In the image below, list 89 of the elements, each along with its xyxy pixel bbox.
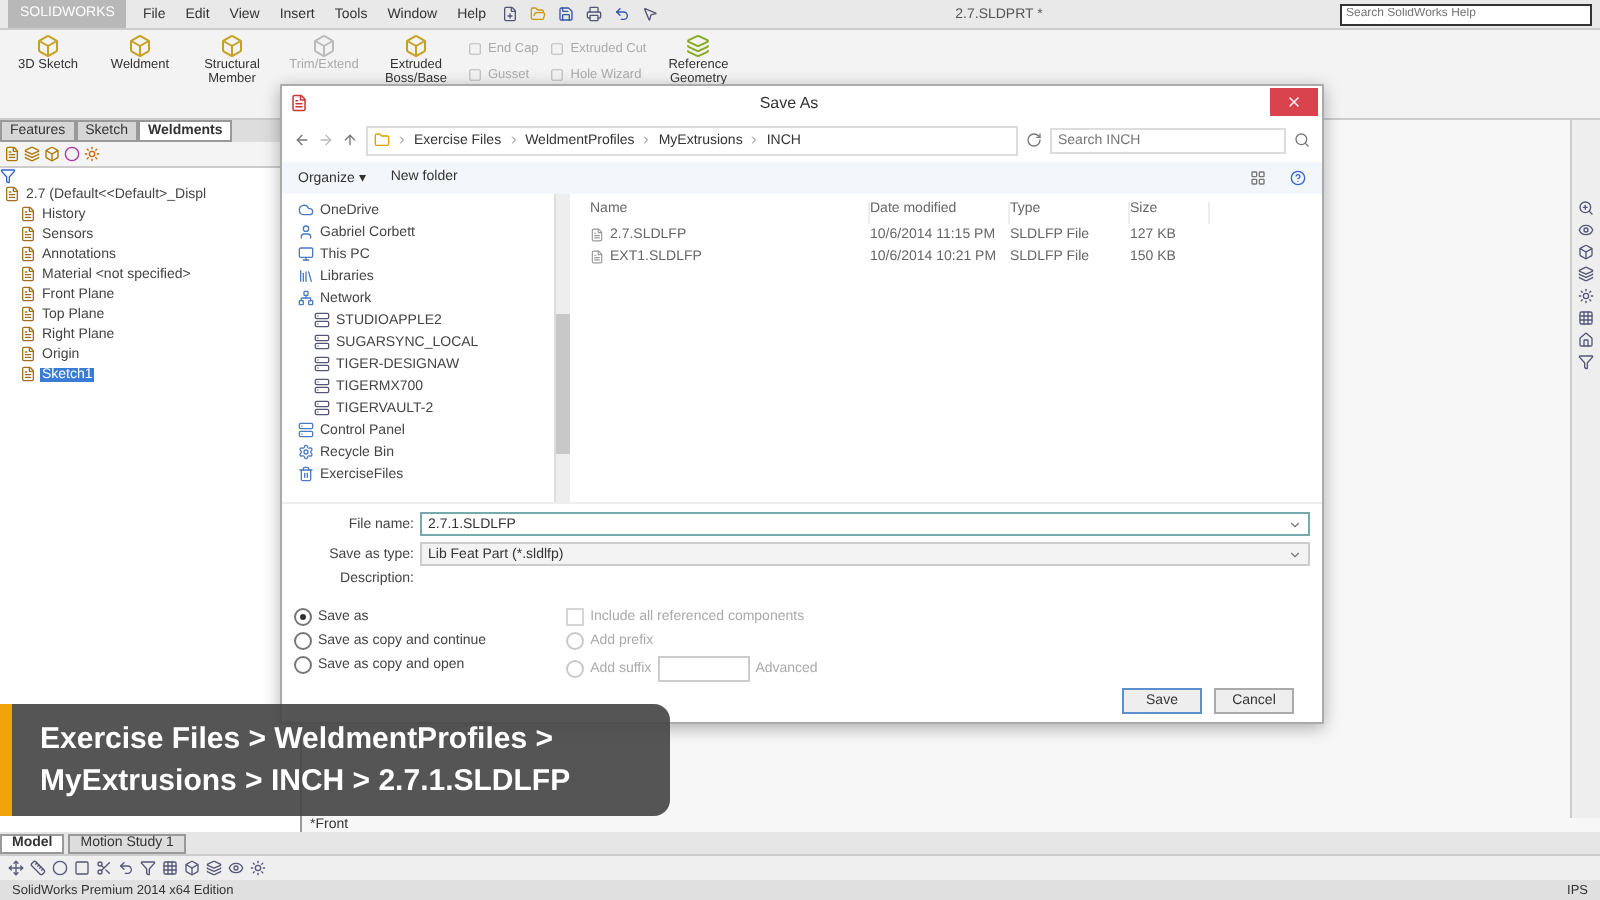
folder-icon <box>374 132 390 149</box>
feature-icon[interactable] <box>20 366 36 382</box>
server-icon[interactable] <box>314 312 330 329</box>
close-button[interactable] <box>1270 88 1318 117</box>
chevron-icon <box>640 134 653 147</box>
feature-icon[interactable] <box>20 286 36 302</box>
grid-icon[interactable] <box>162 860 178 876</box>
square-icon <box>550 68 565 82</box>
scissors-icon[interactable] <box>96 860 112 876</box>
radio-button[interactable] <box>294 656 312 674</box>
layers-icon <box>686 34 711 58</box>
printer-icon[interactable] <box>586 6 603 22</box>
gear-icon <box>298 444 314 461</box>
server-icon <box>298 422 314 439</box>
dialog-title: Save As <box>757 93 821 112</box>
chevron-icon <box>748 134 761 147</box>
user-icon <box>298 224 314 241</box>
filter-icon[interactable] <box>0 168 16 184</box>
feature-tree-icon[interactable] <box>4 146 20 162</box>
square-icon[interactable] <box>74 860 90 876</box>
undo-icon[interactable] <box>614 6 631 22</box>
server-icon[interactable] <box>314 356 330 373</box>
server-icon[interactable] <box>314 334 330 351</box>
close-icon <box>1286 94 1302 111</box>
feature-icon[interactable] <box>4 186 20 202</box>
library-icon <box>298 268 314 285</box>
cube-icon <box>404 34 428 58</box>
square-icon <box>468 42 482 56</box>
eye-icon[interactable] <box>228 860 244 876</box>
square-icon <box>468 68 482 82</box>
layers-icon[interactable] <box>1578 266 1594 282</box>
cube-icon <box>220 34 244 58</box>
filter-icon[interactable] <box>1578 354 1594 370</box>
cube-icon[interactable] <box>184 860 200 876</box>
monitor-icon <box>298 246 314 263</box>
zoom-icon[interactable] <box>1578 200 1594 216</box>
feature-icon[interactable] <box>20 206 36 222</box>
cube-icon[interactable] <box>1578 244 1594 260</box>
square-icon <box>550 42 565 56</box>
feature-icon[interactable] <box>20 346 36 362</box>
new-file-icon[interactable] <box>502 6 519 22</box>
save-icon[interactable] <box>558 6 575 22</box>
cube-icon <box>128 34 152 58</box>
feature-icon[interactable] <box>20 226 36 242</box>
circle-icon[interactable] <box>52 860 68 876</box>
pointer-icon[interactable] <box>642 6 659 22</box>
undo-icon[interactable] <box>118 860 134 876</box>
circle-icon[interactable] <box>64 146 80 162</box>
chevron-down-icon <box>1288 547 1302 561</box>
search-icon[interactable] <box>1294 132 1310 149</box>
server-icon[interactable] <box>314 400 330 417</box>
file-icon <box>590 228 604 243</box>
chevron-icon <box>396 134 408 147</box>
trash-icon <box>298 466 314 483</box>
app-icon <box>290 93 308 112</box>
feature-icon[interactable] <box>20 326 36 342</box>
feature-icon[interactable] <box>20 246 36 262</box>
sun-icon[interactable] <box>1578 288 1594 304</box>
radio-button[interactable] <box>294 632 312 650</box>
back-icon[interactable] <box>294 132 310 149</box>
cube-icon <box>312 34 336 58</box>
server-icon[interactable] <box>314 378 330 395</box>
ruler-icon[interactable] <box>30 860 46 876</box>
affix-field[interactable] <box>657 656 750 682</box>
radio-button[interactable] <box>294 608 312 626</box>
up-icon[interactable] <box>342 132 358 149</box>
layers-icon[interactable] <box>206 860 222 876</box>
refresh-icon[interactable] <box>1026 132 1042 149</box>
cube-icon <box>36 34 60 58</box>
move-icon[interactable] <box>8 860 24 876</box>
eye-icon[interactable] <box>1578 222 1594 238</box>
layers-icon[interactable] <box>24 146 40 162</box>
file-icon <box>590 250 604 265</box>
sun-icon[interactable] <box>84 146 100 162</box>
sun-icon[interactable] <box>250 860 266 876</box>
cloud-icon <box>298 202 314 219</box>
help-icon[interactable] <box>1290 169 1306 186</box>
chevron-icon <box>507 134 520 147</box>
feature-icon[interactable] <box>20 306 36 322</box>
caption-text: MyExtrusions > INCH > 2.7.1.SLDLFP <box>40 764 573 798</box>
feature-icon[interactable] <box>20 266 36 282</box>
network-icon <box>298 290 314 307</box>
filter-icon[interactable] <box>140 860 156 876</box>
caption-text: Exercise Files > WeldmentProfiles > <box>40 722 556 756</box>
view-icon[interactable] <box>1250 169 1266 186</box>
home-icon[interactable] <box>1578 332 1594 348</box>
chevron-down-icon <box>1288 517 1302 531</box>
cube-icon[interactable] <box>44 146 60 162</box>
grid-icon[interactable] <box>1578 310 1594 326</box>
